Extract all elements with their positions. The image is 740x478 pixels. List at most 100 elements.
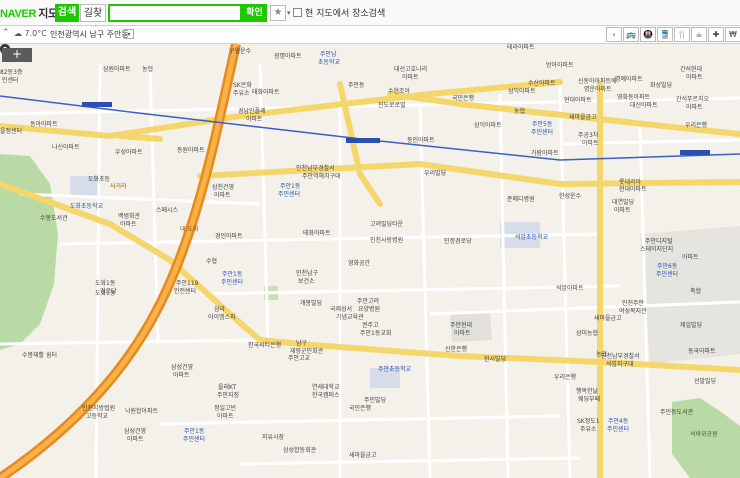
- map-label[interactable]: 한국캠퍼스: [312, 392, 340, 399]
- map-label[interactable]: 삼천건영: [212, 184, 234, 191]
- map-label[interactable]: 수산아파트: [528, 80, 556, 87]
- map-label[interactable]: 아파트: [217, 413, 234, 420]
- map-label[interactable]: 주안현대: [450, 322, 472, 329]
- map-label[interactable]: 테라아파트: [507, 44, 535, 51]
- map-label[interactable]: 국민은행: [452, 95, 474, 102]
- map-label[interactable]: 주민센터: [656, 271, 678, 278]
- map-label[interactable]: 안전센터: [174, 288, 196, 295]
- map-label[interactable]: 새마을금고: [594, 315, 622, 322]
- map-label[interactable]: 도화초등학교: [70, 203, 103, 210]
- map-label[interactable]: 삼라: [214, 306, 225, 313]
- map-label[interactable]: 주안역해치구대: [302, 173, 341, 180]
- map-label[interactable]: 삼성합동회관: [283, 447, 316, 454]
- map-label[interactable]: 우리빌딩: [424, 170, 446, 177]
- map-label[interactable]: 동아아파트: [30, 121, 58, 128]
- map-label[interactable]: 민센터: [2, 77, 19, 84]
- map-label[interactable]: 대.도화: [180, 226, 198, 233]
- favorite-dropdown-icon[interactable]: ▾: [287, 5, 291, 21]
- map-label[interactable]: 아파트: [614, 207, 631, 214]
- map-label[interactable]: 경남인폴레: [238, 108, 266, 115]
- train-icon[interactable]: 🚆: [657, 27, 673, 42]
- map-label[interactable]: 태화아파트: [303, 230, 331, 237]
- map-label[interactable]: 주안고려: [357, 298, 379, 305]
- map-label[interactable]: 명운아파트: [584, 86, 612, 93]
- map-label[interactable]: 화성빌딩: [650, 82, 672, 89]
- map-label[interactable]: 아파트: [582, 140, 599, 147]
- map-label[interactable]: 방아아파트: [546, 62, 574, 69]
- map-label[interactable]: 삼미농협: [576, 330, 598, 337]
- map-label[interactable]: 초등학교: [318, 59, 340, 66]
- map-label[interactable]: 현대아파트: [564, 97, 592, 104]
- category-prev-icon[interactable]: ‹: [606, 27, 622, 42]
- map-label[interactable]: 주안1동: [222, 271, 242, 278]
- map-label[interactable]: 주안119: [176, 280, 199, 287]
- map-label[interactable]: 아파트: [120, 221, 137, 228]
- map-label[interactable]: 웨딩부페: [578, 396, 600, 403]
- map-label[interactable]: 영화공간: [348, 260, 370, 267]
- map-label[interactable]: 새마을금고: [569, 114, 597, 121]
- map-label[interactable]: 행복한날: [576, 388, 598, 395]
- map-label[interactable]: 석암초등학교: [515, 234, 548, 241]
- map-label[interactable]: 제일빌딩: [680, 322, 702, 329]
- collapse-icon[interactable]: ⌃: [2, 28, 10, 38]
- map-label[interactable]: 명예아파트: [615, 76, 643, 83]
- map-label[interactable]: SK은화: [233, 82, 252, 89]
- map-label[interactable]: 주유소: [233, 90, 250, 97]
- map-label[interactable]: 인천남구: [296, 270, 318, 277]
- map-label[interactable]: 고려빌딩타운: [370, 221, 403, 228]
- search-in-map-checkbox[interactable]: [293, 8, 302, 17]
- map-label[interactable]: 주유소: [580, 426, 597, 433]
- tab-route[interactable]: 길찾기: [80, 4, 106, 37]
- map-label[interactable]: 수협: [206, 258, 217, 265]
- subway-icon[interactable]: 🚇: [640, 27, 656, 42]
- map-label[interactable]: 주민센터: [531, 129, 553, 136]
- map-label[interactable]: 보건소: [298, 278, 315, 285]
- favorite-star-icon[interactable]: ★: [270, 5, 286, 21]
- map-label[interactable]: 동국아파트: [688, 348, 716, 355]
- map-label[interactable]: 주민센터: [183, 436, 205, 443]
- search-input[interactable]: [108, 4, 242, 22]
- zoom-in-button[interactable]: +: [2, 48, 32, 62]
- map-label[interactable]: 선발빌딩: [694, 378, 716, 385]
- map-label[interactable]: 지유시장: [262, 434, 284, 441]
- bus-icon[interactable]: 🚌: [623, 27, 639, 42]
- map-label[interactable]: 주안지점: [217, 392, 239, 399]
- map-label[interactable]: 주안1동: [280, 183, 300, 190]
- map-label[interactable]: 새마을금고: [349, 452, 377, 459]
- map-label[interactable]: 아파트: [402, 74, 419, 81]
- map-label[interactable]: 인천남부경찰서: [296, 165, 335, 172]
- map-label[interactable]: 간석현대: [680, 66, 702, 73]
- map-label[interactable]: 주안초등학교: [378, 366, 411, 373]
- map-label[interactable]: 경인아파트: [215, 233, 243, 240]
- map-label[interactable]: 한국씨티은행: [248, 342, 281, 349]
- map-label[interactable]: 우성아파트: [115, 149, 143, 156]
- map-label[interactable]: 수봉도서관: [40, 215, 68, 222]
- map-label[interactable]: 주안동: [348, 82, 365, 89]
- map-label[interactable]: 주안1동교회: [360, 330, 391, 337]
- search-button[interactable]: 확인: [242, 4, 267, 22]
- map-label[interactable]: 주민센터: [278, 191, 300, 198]
- map-label[interactable]: 주공3차: [578, 132, 598, 139]
- map-label[interactable]: 광명아파트: [274, 53, 302, 60]
- map-label[interactable]: 농협: [142, 66, 153, 73]
- map-label[interactable]: 스페시스: [156, 207, 178, 214]
- map-label[interactable]: 아파트: [682, 254, 699, 261]
- map-label[interactable]: 주안4동: [608, 418, 628, 425]
- map-label[interactable]: 여성복지관: [619, 308, 647, 315]
- map-label[interactable]: 축협: [690, 288, 701, 295]
- map-label[interactable]: 주민등도서관: [660, 409, 693, 416]
- map-label[interactable]: 농협: [514, 108, 525, 115]
- map-label[interactable]: 아파트: [214, 192, 231, 199]
- map-label[interactable]: 아파트: [686, 74, 703, 81]
- map-label[interactable]: 동원아파트: [177, 147, 205, 154]
- map-label[interactable]: 삼성건영: [124, 428, 146, 435]
- map-label[interactable]: 삼익아파트: [508, 88, 536, 95]
- map-label[interactable]: 석암지구대: [606, 361, 634, 368]
- map-label[interactable]: 스테이지단지: [640, 246, 673, 253]
- map-label[interactable]: 삼성건영: [171, 364, 193, 371]
- map-label[interactable]: 인천지방법원: [82, 405, 115, 412]
- map-label[interactable]: 구월운수: [229, 48, 251, 55]
- naver-map-logo[interactable]: NAVER 지도: [0, 5, 58, 21]
- map-label[interactable]: 재향군인회관: [290, 348, 323, 355]
- map-label[interactable]: 삼익아파트: [474, 122, 502, 129]
